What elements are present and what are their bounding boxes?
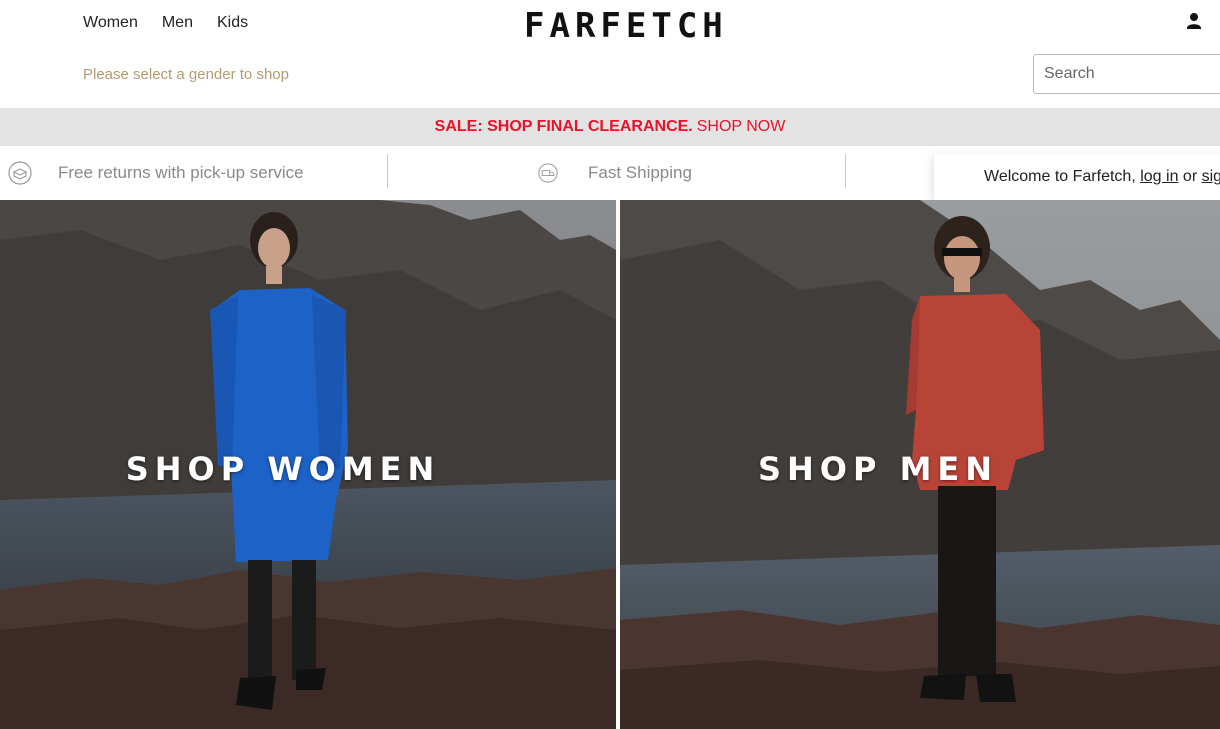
sale-banner[interactable]: SALE: SHOP FINAL CLEARANCE. SHOP NOW [0,108,1220,146]
returns-box-icon [8,161,32,185]
site-header: Women Men Kids FARFETCH Please select a … [0,0,1220,108]
nav-kids-link[interactable]: Kids [217,13,248,33]
sale-headline: SALE: SHOP FINAL CLEARANCE. [434,118,693,135]
service-divider [387,154,388,188]
shop-men-panel[interactable]: SHOP MEN [620,200,1220,729]
account-icon[interactable] [1184,11,1204,31]
login-link[interactable]: log in [1140,168,1178,185]
shop-women-panel[interactable]: SHOP WOMEN [0,200,616,729]
welcome-text: Welcome to Farfetch, [984,168,1136,185]
signup-link[interactable]: sign up [1202,168,1220,185]
service-returns-label: Free returns with pick-up service [58,163,304,182]
shop-men-label[interactable]: SHOP MEN [620,450,1220,488]
service-shipping: Fast Shipping [538,146,692,200]
nav-men-link[interactable]: Men [162,13,193,33]
welcome-or: or [1182,168,1198,185]
nav-women-link[interactable]: Women [83,13,138,33]
service-shipping-label: Fast Shipping [588,163,692,182]
shop-now-link[interactable]: SHOP NOW [697,118,786,135]
welcome-popup: Welcome to Farfetch, log in or sign up [934,154,1220,200]
search-box [1033,54,1220,94]
shop-women-label[interactable]: SHOP WOMEN [0,450,616,488]
search-input[interactable] [1034,55,1220,93]
gender-nav: Women Men Kids [83,13,272,33]
farfetch-logo[interactable]: FARFETCH [524,6,728,46]
service-returns: Free returns with pick-up service [8,146,304,200]
gender-hint-text: Please select a gender to shop [83,66,289,83]
shipping-truck-icon [538,163,558,183]
service-divider [845,154,846,188]
